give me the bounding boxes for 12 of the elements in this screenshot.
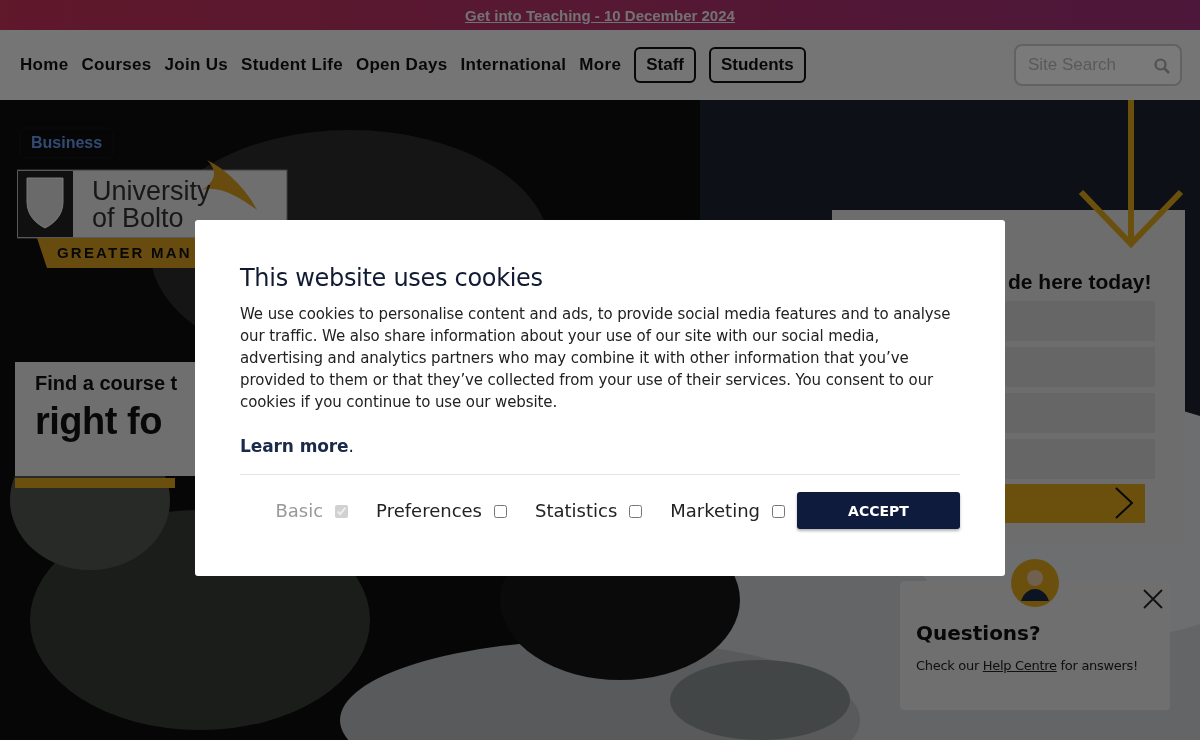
dialog-text: We use cookies to personalise content and ads, to provide social media features and to analyse our traffic. We also share information about your use of our site with our social media, advertising and analytics partners who may combine it with other information that you’ve provided to them or that they’ve collected from your use of their services. You consent to our cookies if you continue to use our website. (240, 304, 952, 413)
option-label: Basic (275, 500, 324, 521)
dialog-title: This website uses cookies (240, 264, 544, 292)
chat-title: Questions? (916, 621, 1041, 645)
option-label: Statistics (535, 500, 618, 521)
course-card-title: Find a course t (35, 372, 178, 395)
form-heading: de here today! (1008, 270, 1152, 294)
course-card-heading: right fo (35, 400, 162, 443)
option-label: Marketing (670, 500, 760, 521)
learn-more-line: Learn more. (240, 435, 355, 457)
option-label: Preferences (376, 500, 482, 521)
chat-text: Check our Help Centre for answers! (916, 658, 1138, 673)
